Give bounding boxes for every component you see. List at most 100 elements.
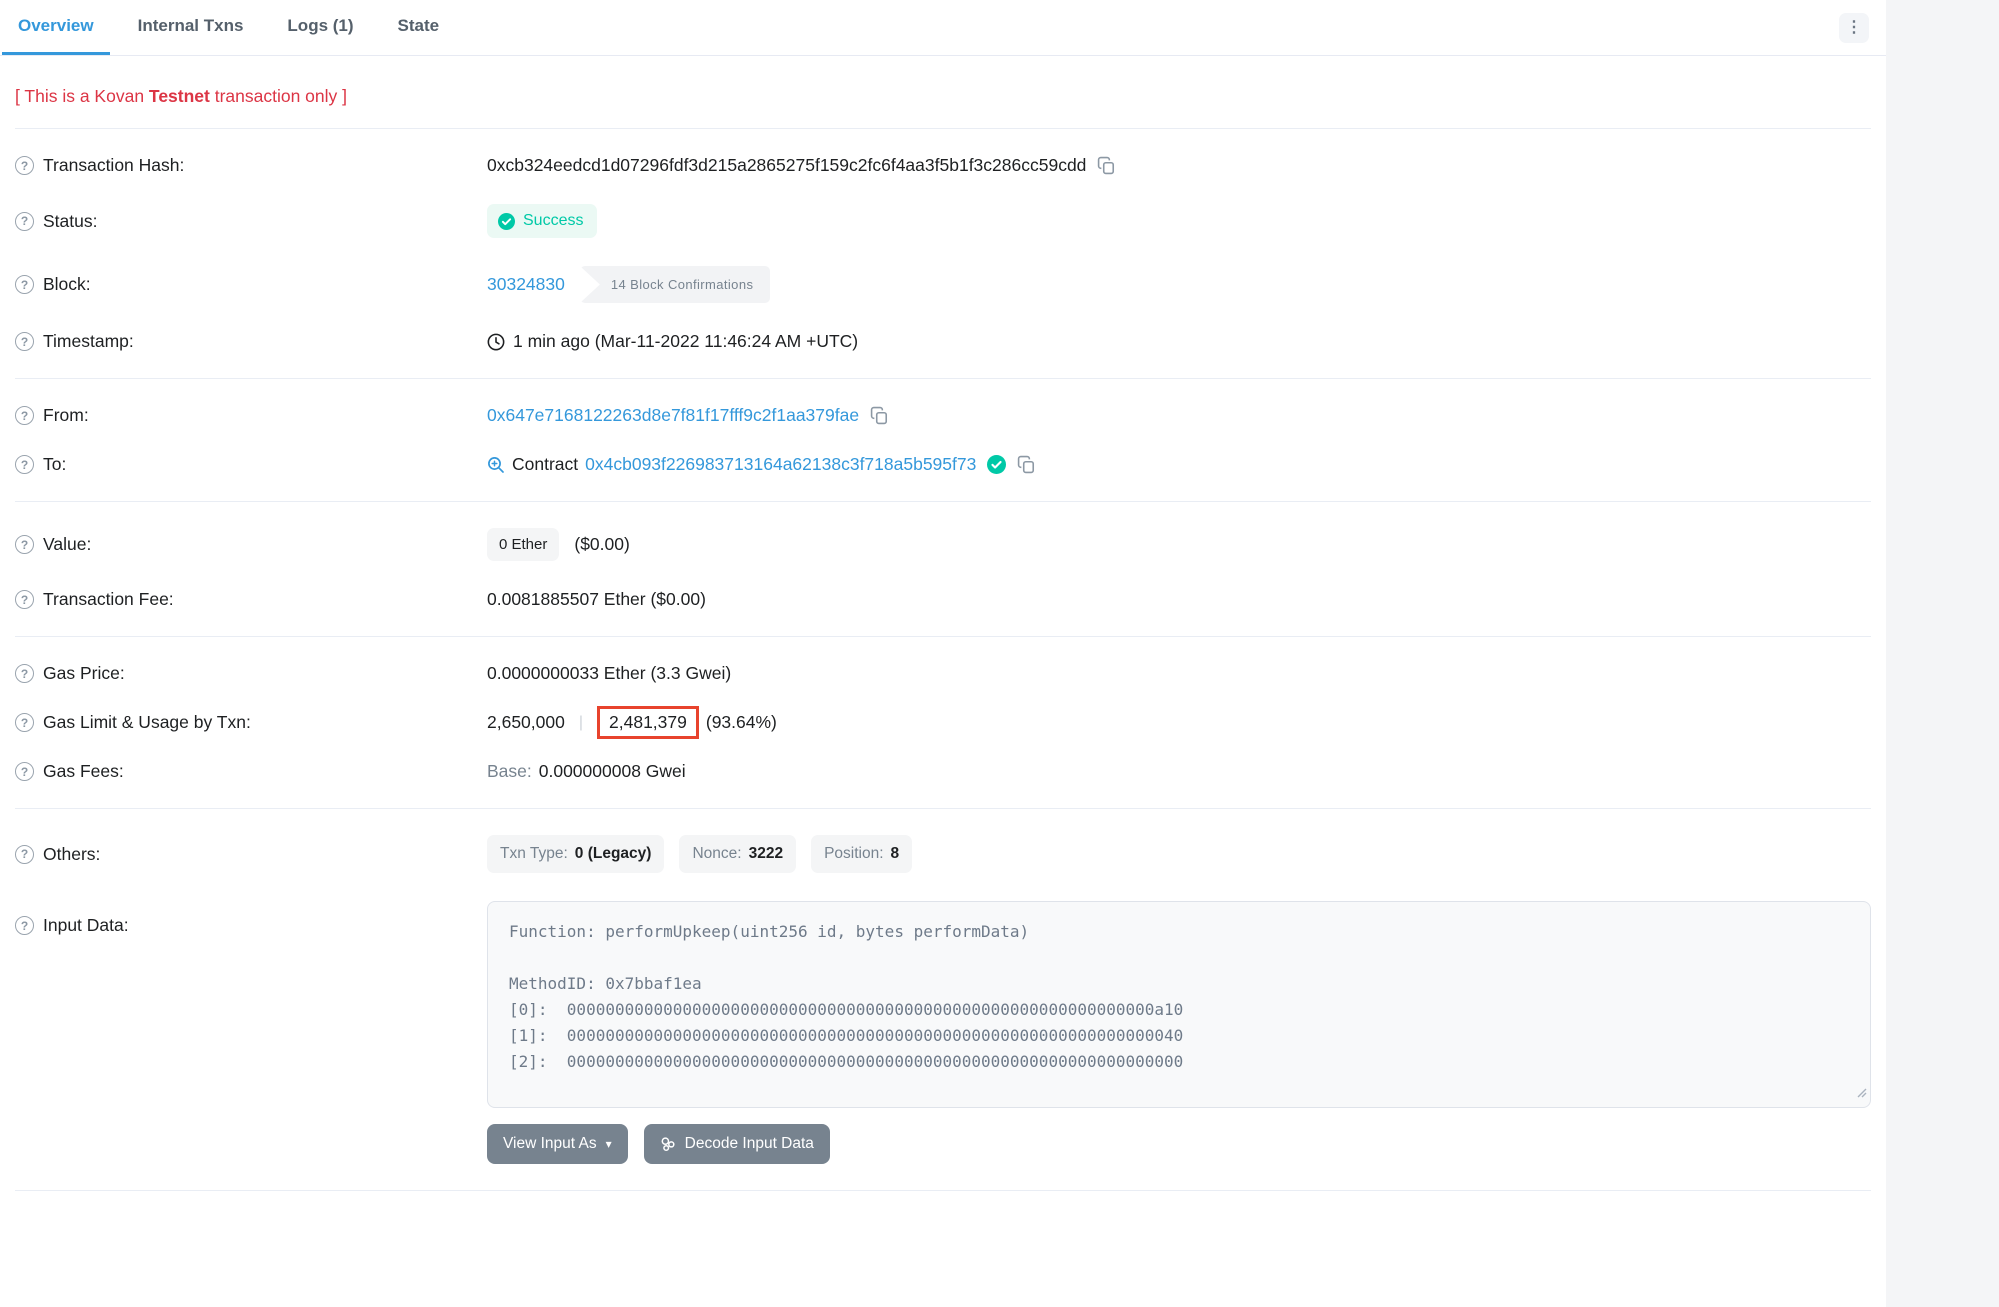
row-value: Txn Type: 0 (Legacy) Nonce: 3222 Positio… bbox=[487, 835, 1871, 873]
from-address-link[interactable]: 0x647e7168122263d8e7f81f17fff9c2f1aa379f… bbox=[487, 405, 859, 426]
row-label: ? Gas Fees: bbox=[15, 761, 487, 782]
value-label: Value: bbox=[43, 534, 91, 555]
nonce-badge: Nonce: 3222 bbox=[679, 835, 796, 873]
row-timestamp: ? Timestamp: 1 min ago (Mar-11-2022 11:4… bbox=[15, 317, 1871, 366]
tab-overview[interactable]: Overview bbox=[2, 0, 110, 55]
help-icon[interactable]: ? bbox=[15, 275, 34, 294]
position-key: Position: bbox=[824, 845, 883, 863]
row-input-data: ? Input Data: Function: performUpkeep(ui… bbox=[15, 887, 1871, 1178]
row-transaction-hash: ? Transaction Hash: 0xcb324eedcd1d07296f… bbox=[15, 141, 1871, 190]
annotation-highlight-box: 2,481,379 bbox=[597, 706, 699, 739]
row-label: ? Value: bbox=[15, 534, 487, 555]
testnet-notice: [ This is a Kovan Testnet transaction on… bbox=[15, 56, 1871, 128]
row-status: ? Status: Success bbox=[15, 190, 1871, 252]
decode-input-data-button[interactable]: Decode Input Data bbox=[644, 1124, 830, 1164]
clock-icon bbox=[487, 333, 505, 351]
block-number-link[interactable]: 30324830 bbox=[487, 274, 565, 295]
notice-emphasis: Testnet bbox=[149, 86, 210, 106]
gas-used-value: 2,481,379 bbox=[609, 712, 687, 732]
section-overview-top: ? Transaction Hash: 0xcb324eedcd1d07296f… bbox=[15, 129, 1871, 378]
txn-type-value: 0 (Legacy) bbox=[575, 845, 652, 863]
decode-icon bbox=[660, 1136, 676, 1152]
notice-suffix: transaction only ] bbox=[210, 86, 347, 106]
help-icon[interactable]: ? bbox=[15, 590, 34, 609]
transaction-fee-value: 0.0081885507 Ether ($0.00) bbox=[487, 589, 706, 610]
more-options-button[interactable]: ⋮ bbox=[1839, 13, 1869, 43]
row-value: 0x647e7168122263d8e7f81f17fff9c2f1aa379f… bbox=[487, 405, 1871, 426]
tab-internal-txns[interactable]: Internal Txns bbox=[122, 0, 260, 55]
row-value: Success bbox=[487, 204, 1871, 238]
row-gas-price: ? Gas Price: 0.0000000033 Ether (3.3 Gwe… bbox=[15, 649, 1871, 698]
help-icon[interactable]: ? bbox=[15, 156, 34, 175]
row-gas-limit-usage: ? Gas Limit & Usage by Txn: 2,650,000 | … bbox=[15, 698, 1871, 747]
input-data-column: Function: performUpkeep(uint256 id, byte… bbox=[487, 901, 1871, 1164]
gas-fees-base-label: Base: bbox=[487, 761, 532, 782]
position-value: 8 bbox=[891, 845, 900, 863]
help-icon[interactable]: ? bbox=[15, 212, 34, 231]
help-icon[interactable]: ? bbox=[15, 762, 34, 781]
view-input-as-button[interactable]: View Input As ▾ bbox=[487, 1124, 628, 1164]
gas-fees-base-value: 0.000000008 Gwei bbox=[539, 761, 686, 782]
copy-from-address-button[interactable] bbox=[870, 406, 889, 425]
row-value: Base: 0.000000008 Gwei bbox=[487, 761, 1871, 782]
input-data-buttons: View Input As ▾ Decode Input Data bbox=[487, 1124, 846, 1164]
block-label: Block: bbox=[43, 274, 91, 295]
help-icon[interactable]: ? bbox=[15, 916, 34, 935]
help-icon[interactable]: ? bbox=[15, 455, 34, 474]
row-value-ether: ? Value: 0 Ether ($0.00) bbox=[15, 514, 1871, 575]
tab-logs[interactable]: Logs (1) bbox=[271, 0, 369, 55]
resize-handle-icon[interactable] bbox=[1855, 1080, 1867, 1106]
copy-icon bbox=[1017, 455, 1036, 474]
notice-prefix: [ This is a Kovan bbox=[15, 86, 149, 106]
row-label: ? From: bbox=[15, 405, 487, 426]
chevron-down-icon: ▾ bbox=[606, 1138, 612, 1150]
row-value: Contract 0x4cb093f226983713164a62138c3f7… bbox=[487, 454, 1871, 475]
transaction-hash-value: 0xcb324eedcd1d07296fdf3d215a2865275f159c… bbox=[487, 155, 1086, 176]
input-data-textarea[interactable]: Function: performUpkeep(uint256 id, byte… bbox=[487, 901, 1871, 1108]
row-value: 2,650,000 | 2,481,379 (93.64%) bbox=[487, 712, 1871, 733]
tab-overview-label: Overview bbox=[18, 16, 94, 36]
row-block: ? Block: 30324830 14 Block Confirmations bbox=[15, 252, 1871, 317]
others-label: Others: bbox=[43, 844, 100, 865]
input-data-label: Input Data: bbox=[43, 915, 129, 936]
help-icon[interactable]: ? bbox=[15, 845, 34, 864]
gas-price-value: 0.0000000033 Ether (3.3 Gwei) bbox=[487, 663, 731, 684]
help-icon[interactable]: ? bbox=[15, 406, 34, 425]
tabbar-spacer bbox=[467, 0, 1839, 55]
copy-txhash-button[interactable] bbox=[1097, 156, 1116, 175]
to-label: To: bbox=[43, 454, 66, 475]
section-gas: ? Gas Price: 0.0000000033 Ether (3.3 Gwe… bbox=[15, 637, 1871, 808]
tab-state[interactable]: State bbox=[382, 0, 456, 55]
section-others-input: ? Others: Txn Type: 0 (Legacy) Nonce: 32… bbox=[15, 809, 1871, 1190]
check-circle-icon bbox=[498, 213, 515, 230]
row-to: ? To: Contract 0x4cb093f226983713164a621… bbox=[15, 440, 1871, 489]
help-icon[interactable]: ? bbox=[15, 535, 34, 554]
pipe-separator: | bbox=[579, 714, 583, 732]
row-value: 30324830 14 Block Confirmations bbox=[487, 266, 1871, 303]
zoom-in-icon[interactable] bbox=[487, 456, 505, 474]
row-label: ? To: bbox=[15, 454, 487, 475]
row-label: ? Status: bbox=[15, 211, 487, 232]
row-from: ? From: 0x647e7168122263d8e7f81f17fff9c2… bbox=[15, 391, 1871, 440]
value-usd: ($0.00) bbox=[574, 534, 629, 555]
to-address-link[interactable]: 0x4cb093f226983713164a62138c3f718a5b595f… bbox=[585, 454, 976, 475]
copy-icon bbox=[870, 406, 889, 425]
block-confirmations-badge: 14 Block Confirmations bbox=[580, 266, 770, 303]
tab-state-label: State bbox=[398, 16, 440, 36]
verified-check-icon bbox=[987, 455, 1006, 474]
nonce-key: Nonce: bbox=[692, 845, 741, 863]
status-label: Status: bbox=[43, 211, 97, 232]
gas-price-label: Gas Price: bbox=[43, 663, 125, 684]
tab-internal-txns-label: Internal Txns bbox=[138, 16, 244, 36]
row-label: ? Gas Price: bbox=[15, 663, 487, 684]
help-icon[interactable]: ? bbox=[15, 664, 34, 683]
help-icon[interactable]: ? bbox=[15, 332, 34, 351]
decode-input-data-label: Decode Input Data bbox=[685, 1135, 814, 1153]
copy-icon bbox=[1097, 156, 1116, 175]
timestamp-label: Timestamp: bbox=[43, 331, 134, 352]
row-value: 0.0000000033 Ether (3.3 Gwei) bbox=[487, 663, 1871, 684]
kebab-icon: ⋮ bbox=[1846, 20, 1862, 36]
copy-to-address-button[interactable] bbox=[1017, 455, 1036, 474]
help-icon[interactable]: ? bbox=[15, 713, 34, 732]
status-badge: Success bbox=[487, 204, 597, 238]
